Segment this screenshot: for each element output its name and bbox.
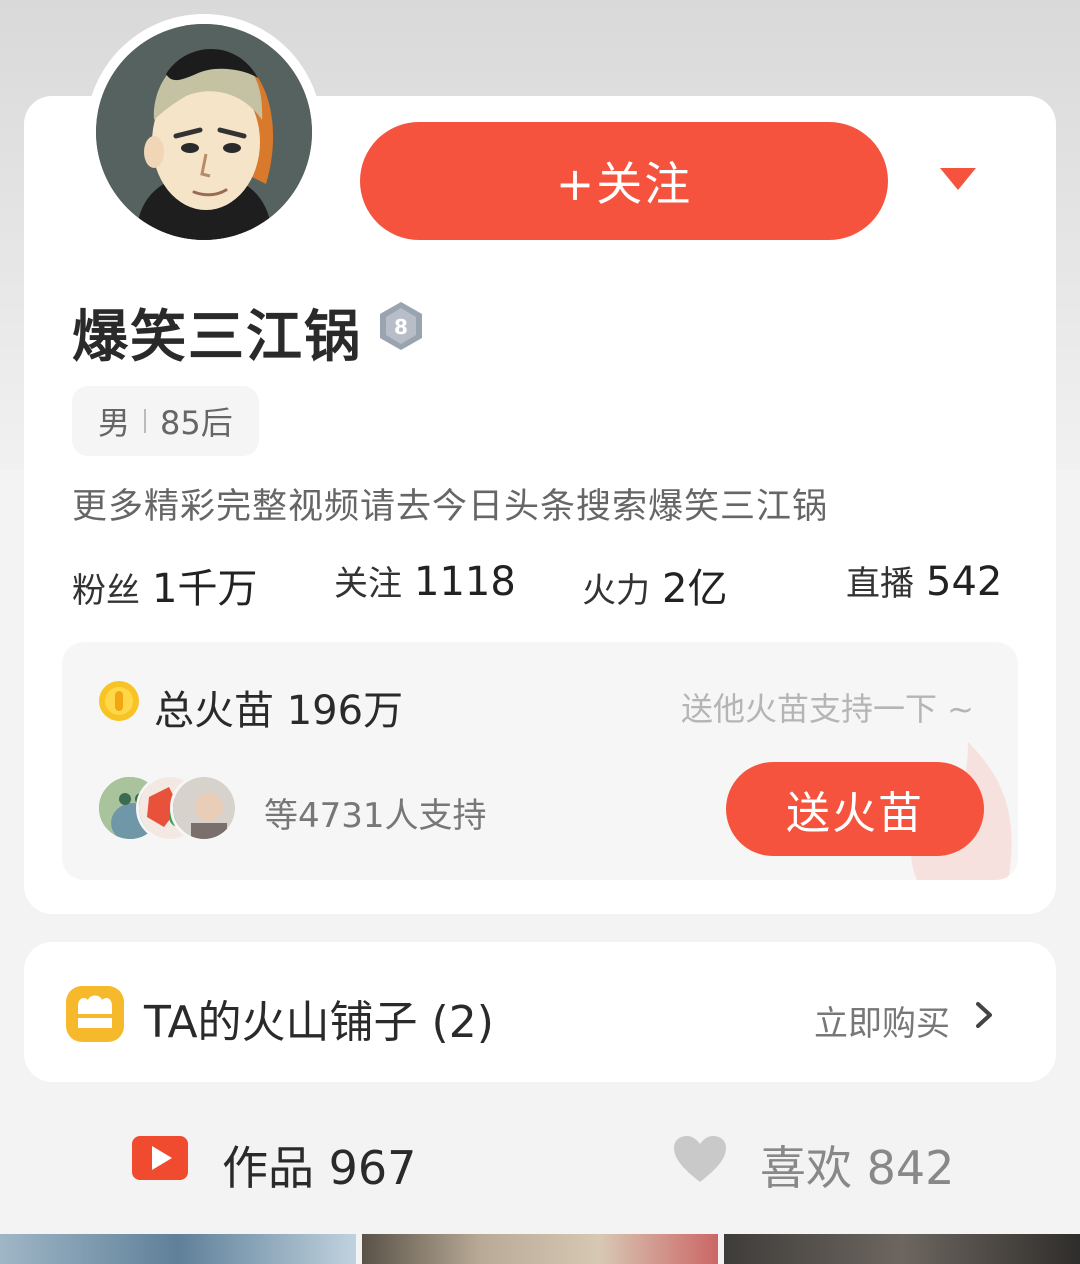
stat-value: 542 <box>926 559 1003 605</box>
support-panel: 总火苗 196万 送他火苗支持一下 ~ 等4731人支持 送火苗 <box>62 642 1018 880</box>
tab-works-label: 作品 <box>222 1141 314 1195</box>
stat-label: 直播 <box>846 564 914 604</box>
tab-works[interactable]: 作品 967 <box>222 1132 416 1198</box>
profile-tag: 男 85后 <box>72 386 259 456</box>
send-flame-hint: 送他火苗支持一下 ~ <box>681 690 974 728</box>
total-flame: 总火苗 196万 <box>154 678 403 736</box>
gender-label: 男 <box>98 404 131 442</box>
level-number: 8 <box>394 315 408 339</box>
stat-label: 火力 <box>582 571 650 611</box>
content-tabs: 作品 967 喜欢 842 <box>0 1092 1080 1232</box>
shop-icon <box>66 986 124 1042</box>
send-flame-button[interactable]: 送火苗 <box>726 762 984 856</box>
stat-live[interactable]: 直播 542 <box>846 556 1002 605</box>
heart-icon <box>674 1136 726 1182</box>
stat-firepower[interactable]: 火力 2亿 <box>582 556 727 614</box>
avatar-image <box>96 24 312 240</box>
stat-fans[interactable]: 粉丝 1千万 <box>72 556 257 614</box>
video-thumbnail[interactable] <box>362 1234 718 1264</box>
total-flame-value: 196万 <box>286 688 404 734</box>
stat-following[interactable]: 关注 1118 <box>334 556 516 605</box>
shop-buy-link[interactable]: 立即购买 <box>814 996 950 1045</box>
play-icon <box>132 1136 188 1180</box>
follow-button[interactable]: +关注 <box>360 122 888 240</box>
caret-down-icon[interactable] <box>940 168 976 192</box>
video-thumbnail[interactable] <box>0 1234 356 1264</box>
hexagon-badge-icon: 8 <box>380 302 422 350</box>
video-thumbnail[interactable] <box>724 1234 1080 1264</box>
age-group-label: 85后 <box>160 404 233 442</box>
supporter-count: 等4731人支持 <box>264 796 487 836</box>
tag-separator <box>144 409 147 433</box>
stat-value: 2亿 <box>662 566 728 612</box>
chevron-right-icon[interactable] <box>974 1000 994 1030</box>
total-flame-label: 总火苗 <box>154 688 274 734</box>
profile-name: 爆笑三江锅 <box>72 305 362 370</box>
stat-value: 1千万 <box>152 566 258 612</box>
tab-likes-count: 842 <box>866 1141 955 1195</box>
tab-works-count: 967 <box>328 1141 417 1195</box>
supporter-avatar[interactable] <box>170 774 238 842</box>
supporter-avatar-image <box>173 777 235 839</box>
stat-value: 1118 <box>414 559 516 605</box>
tab-likes[interactable]: 喜欢 842 <box>760 1132 954 1198</box>
shop-title: TA的火山铺子 (2) <box>144 997 494 1048</box>
avatar[interactable] <box>96 24 312 240</box>
tab-likes-label: 喜欢 <box>760 1141 852 1195</box>
profile-bio: 更多精彩完整视频请去今日头条搜索爆笑三江锅 <box>72 487 829 527</box>
stat-label: 粉丝 <box>72 571 140 611</box>
coin-icon <box>99 681 139 721</box>
shop-card[interactable]: TA的火山铺子 (2) 立即购买 <box>24 942 1056 1082</box>
stat-label: 关注 <box>334 564 402 604</box>
